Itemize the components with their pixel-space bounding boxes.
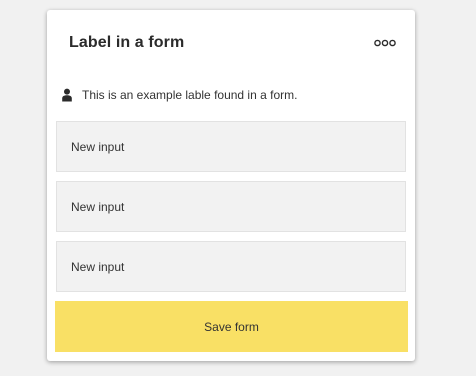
input-value: New input xyxy=(71,259,125,274)
text-input-2[interactable]: New input xyxy=(56,181,406,232)
input-value: New input xyxy=(71,139,125,154)
person-icon xyxy=(61,88,73,102)
form-label: This is an example lable found in a form… xyxy=(61,86,297,104)
form-label-text: This is an example lable found in a form… xyxy=(82,88,298,102)
card-title: Label in a form xyxy=(69,34,185,51)
card-header: Label in a form xyxy=(47,10,415,76)
save-form-label: Save form xyxy=(204,319,259,334)
input-value: New input xyxy=(71,199,125,214)
more-options-button[interactable] xyxy=(373,34,397,52)
text-input-1[interactable]: New input xyxy=(56,121,406,172)
text-input-3[interactable]: New input xyxy=(56,241,406,292)
save-form-button[interactable]: Save form xyxy=(55,301,408,352)
more-horizontal-icon xyxy=(374,39,396,47)
form-card: Label in a form This is an example lable… xyxy=(47,10,415,361)
